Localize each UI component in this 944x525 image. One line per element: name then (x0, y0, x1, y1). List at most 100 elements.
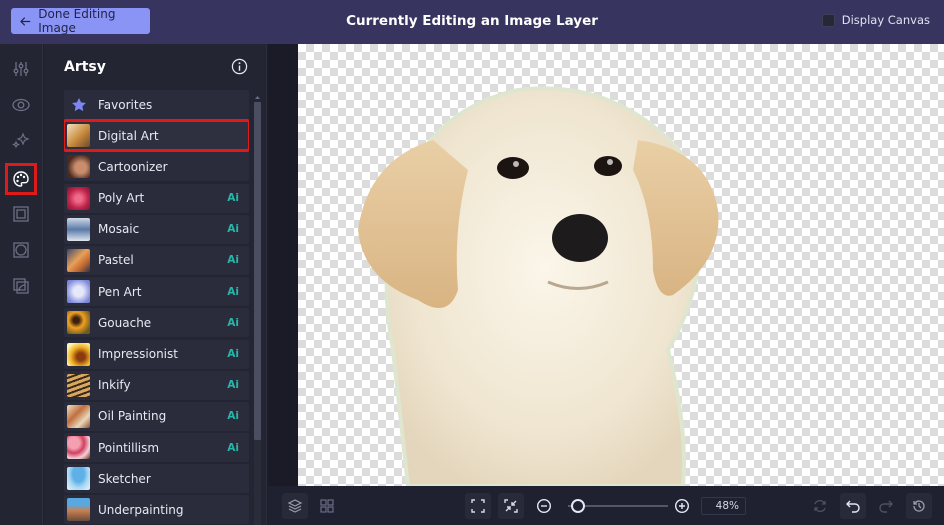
effect-item-sketcher[interactable]: Sketcher (64, 464, 249, 494)
pen-art-thumbnail (67, 280, 90, 304)
zoom-out-icon (536, 498, 552, 514)
arrow-left-icon (20, 16, 31, 26)
poly-art-thumbnail (67, 186, 90, 210)
done-editing-image-button[interactable]: Done Editing Image (11, 7, 150, 35)
history-button[interactable] (906, 493, 932, 519)
rail-artsy-button[interactable] (5, 163, 37, 195)
zoom-percent-field[interactable]: 48% (701, 497, 746, 515)
tool-rail (0, 44, 43, 525)
gouache-thumbnail (67, 311, 90, 335)
ai-badge: Ai (227, 379, 239, 392)
effect-label: Gouache (98, 315, 152, 330)
info-icon[interactable] (231, 58, 248, 75)
digital-art-thumbnail (67, 124, 90, 148)
star-icon (67, 93, 90, 116)
redo-button[interactable] (873, 493, 899, 519)
rail-frames-button[interactable] (8, 201, 34, 227)
sketcher-thumbnail (67, 467, 90, 491)
effect-item-impressionist[interactable]: Impressionist Ai (64, 339, 249, 369)
frame-icon (13, 206, 29, 222)
effect-label: Mosaic (98, 222, 140, 237)
top-bar: Done Editing Image Currently Editing an … (0, 0, 944, 44)
undo-icon (846, 500, 860, 513)
zoom-out-button[interactable] (531, 493, 557, 519)
pointillism-thumbnail (67, 436, 90, 460)
effect-item-digital-art[interactable]: Digital Art (64, 119, 249, 153)
effect-label: Oil Painting (98, 409, 167, 424)
zoom-slider-thumb[interactable] (571, 499, 585, 513)
impressionist-thumbnail (67, 342, 90, 366)
reset-button[interactable] (807, 493, 833, 519)
effect-item-cartoonizer[interactable]: Cartoonizer (64, 152, 249, 182)
display-canvas-label: Display Canvas (841, 13, 930, 27)
effect-item-favorites[interactable]: Favorites (64, 90, 249, 119)
overlay-icon (13, 278, 29, 294)
effect-item-oil-painting[interactable]: Oil Painting Ai (64, 401, 249, 431)
effects-list-scrollbar[interactable] (252, 94, 262, 525)
ai-badge: Ai (227, 316, 239, 329)
refresh-icon (814, 499, 826, 513)
expand-icon (471, 499, 485, 513)
grid-button[interactable] (314, 493, 340, 519)
rail-vignette-button[interactable] (8, 237, 34, 263)
transparent-canvas[interactable] (298, 44, 944, 486)
rail-adjustments-button[interactable] (8, 56, 34, 82)
effect-label: Pointillism (98, 440, 160, 455)
layers-icon (287, 499, 303, 513)
layers-button[interactable] (282, 493, 308, 519)
effect-label: Cartoonizer (98, 159, 168, 174)
display-canvas-toggle[interactable]: Display Canvas (821, 13, 930, 27)
effect-label: Pastel (98, 253, 134, 268)
ai-badge: Ai (227, 254, 239, 267)
effect-label: Digital Art (98, 128, 159, 143)
palette-icon (13, 171, 29, 187)
pastel-thumbnail (67, 248, 90, 272)
scroll-thumb[interactable] (254, 102, 261, 440)
ai-badge: Ai (227, 192, 239, 205)
bottom-toolbar: 48% (268, 486, 944, 525)
effect-label: Impressionist (98, 347, 178, 361)
sliders-icon (13, 62, 29, 76)
effect-label: Sketcher (98, 471, 151, 486)
artsy-panel: Artsy Favorites Digital Art Cartoonizer … (44, 44, 267, 525)
actual-size-button[interactable] (498, 493, 524, 519)
eye-icon (12, 98, 30, 112)
canvas-area (268, 44, 944, 486)
effect-item-gouache[interactable]: Gouache Ai (64, 308, 249, 338)
inkify-thumbnail (67, 373, 90, 397)
zoom-slider[interactable] (568, 499, 668, 513)
zoom-in-button[interactable] (669, 493, 695, 519)
ai-badge: Ai (227, 441, 239, 454)
redo-icon (879, 500, 893, 513)
zoom-in-icon (674, 498, 690, 514)
effect-label: Inkify (98, 378, 131, 393)
underpainting-thumbnail (67, 498, 90, 522)
sparkles-icon (12, 132, 30, 149)
mosaic-thumbnail (67, 217, 90, 241)
rail-view-button[interactable] (8, 92, 34, 118)
rail-effects-button[interactable] (8, 128, 34, 154)
ai-badge: Ai (227, 410, 239, 423)
shrink-icon (504, 499, 518, 513)
undo-button[interactable] (840, 493, 866, 519)
fit-to-screen-button[interactable] (465, 493, 491, 519)
effect-item-pointillism[interactable]: Pointillism Ai (64, 433, 249, 463)
ai-badge: Ai (227, 223, 239, 236)
effect-item-pastel[interactable]: Pastel Ai (64, 245, 249, 275)
effect-item-mosaic[interactable]: Mosaic Ai (64, 214, 249, 244)
effect-item-pen-art[interactable]: Pen Art Ai (64, 277, 249, 307)
effect-item-underpainting[interactable]: Underpainting (64, 495, 249, 525)
display-canvas-checkbox[interactable] (821, 13, 835, 27)
effect-label: Poly Art (98, 191, 145, 206)
history-icon (913, 500, 925, 512)
scroll-up-arrow-icon[interactable] (254, 94, 261, 100)
cartoonizer-thumbnail (67, 155, 90, 179)
rail-overlays-button[interactable] (8, 273, 34, 299)
effect-item-inkify[interactable]: Inkify Ai (64, 370, 249, 400)
done-editing-image-label: Done Editing Image (38, 7, 116, 35)
panel-title: Artsy (64, 59, 106, 75)
puppy-image-layer[interactable] (338, 50, 748, 486)
effect-label: Underpainting (98, 502, 184, 517)
ai-badge: Ai (227, 285, 239, 298)
effect-item-poly-art[interactable]: Poly Art Ai (64, 183, 249, 213)
